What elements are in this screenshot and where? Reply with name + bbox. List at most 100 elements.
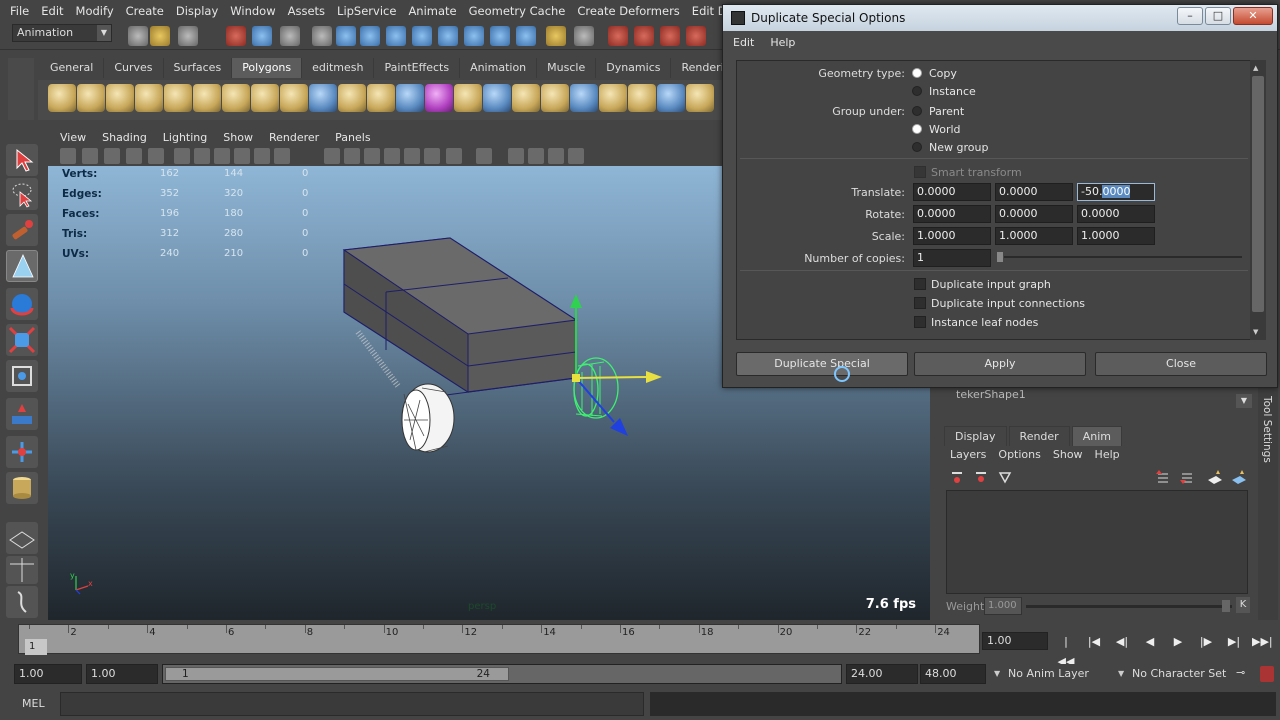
select-deformations-icon[interactable] [464,26,484,46]
duplicate-input-graph-checkbox[interactable] [914,278,926,290]
duplicate-input-connections-label[interactable]: Duplicate input connections [931,297,1085,310]
grid-icon[interactable] [174,148,190,164]
layer-menu-help[interactable]: Help [1089,446,1126,464]
rotate-y-field[interactable]: 0.0000 [995,205,1073,223]
smooth-shade-icon[interactable] [344,148,360,164]
menu-set-selector[interactable]: Animation ▼ [12,24,112,42]
bridge-icon[interactable] [483,84,511,112]
screen-space-ao-icon[interactable] [446,148,462,164]
boolean-difference-icon[interactable] [396,84,424,112]
poly-torus-icon[interactable] [193,84,221,112]
layer-tab-anim[interactable]: Anim [1071,426,1122,446]
rotate-z-field[interactable]: 0.0000 [1077,205,1155,223]
shelf-tab-dynamics[interactable]: Dynamics [596,58,672,78]
character-set-dropdown[interactable]: No Character Set [1114,664,1232,684]
shelf-tab-surfaces[interactable]: Surfaces [164,58,233,78]
show-manipulator-icon[interactable] [6,436,38,468]
play-forwards-icon[interactable]: ▶ [1168,632,1188,652]
gate-mask-icon[interactable] [234,148,250,164]
new-scene-icon[interactable] [128,26,148,46]
time-slider[interactable]: 1 2 4 6 8 10 12 14 16 18 20 22 24 [18,624,980,655]
wedge-face-icon[interactable] [686,84,714,112]
menu-create[interactable]: Create [120,4,170,18]
move-layer-down-icon[interactable] [1180,470,1196,484]
layer-menu-show[interactable]: Show [1047,446,1089,464]
wireframe-on-shaded-icon[interactable] [364,148,380,164]
bookmarks-icon[interactable] [104,148,120,164]
select-by-component-icon[interactable] [280,26,300,46]
menu-create-deformers[interactable]: Create Deformers [571,4,685,18]
menu-assets[interactable]: Assets [282,4,331,18]
use-all-lights-icon[interactable] [404,148,420,164]
poly-pyramid-icon[interactable] [222,84,250,112]
snap-to-curve-icon[interactable] [634,26,654,46]
layer-filter-icon[interactable] [998,470,1012,484]
resolution-gate-icon[interactable] [214,148,230,164]
command-language-label[interactable]: MEL [22,692,45,716]
apply-button[interactable]: Apply [914,352,1086,376]
dialog-scrollbar-thumb[interactable] [1252,76,1264,312]
select-camera-icon[interactable] [60,148,76,164]
minimize-icon[interactable]: – [1177,7,1203,25]
anim-layer-dropdown[interactable]: No Anim Layer [990,664,1108,684]
range-slider[interactable]: 1 24 [162,664,842,684]
radio-parent[interactable] [913,107,921,115]
radio-world[interactable] [913,125,921,133]
boolean-union-icon[interactable] [367,84,395,112]
safe-action-icon[interactable] [274,148,290,164]
viewport-menu-renderer[interactable]: Renderer [261,131,327,144]
menu-window[interactable]: Window [224,4,281,18]
camera-attributes-icon[interactable] [82,148,98,164]
select-dynamics-icon[interactable] [490,26,510,46]
scale-tool-icon[interactable] [6,324,38,356]
playback-end-field[interactable]: 24.00 [846,664,918,684]
poly-helix-icon[interactable] [280,84,308,112]
scale-x-field[interactable]: 1.0000 [913,227,991,245]
close-icon[interactable]: ✕ [1233,7,1273,25]
shelf-tab-general[interactable]: General [40,58,105,78]
duplicate-input-connections-checkbox[interactable] [914,297,926,309]
outliner-layout-icon[interactable] [6,586,38,618]
scroll-up-icon[interactable]: ▲ [1253,64,1258,72]
lasso-tool-icon[interactable] [6,178,38,210]
step-forward-frame-icon[interactable]: |▶ [1196,632,1216,652]
two-d-pan-zoom-icon[interactable] [148,148,164,164]
poke-face-icon[interactable] [657,84,685,112]
menu-display[interactable]: Display [170,4,224,18]
backface-culling-icon[interactable] [568,148,584,164]
insert-edge-loop-icon[interactable] [541,84,569,112]
select-joints-icon[interactable] [386,26,406,46]
weight-key-button[interactable]: K [1236,597,1250,613]
playback-start-field[interactable]: 1.00 [86,664,158,684]
menu-lipservice[interactable]: LipService [331,4,402,18]
key-icon[interactable]: ⊸ [1236,666,1245,679]
snap-to-point-icon[interactable] [660,26,680,46]
radio-new-group[interactable] [913,143,921,151]
shelf-tab-painteffects[interactable]: PaintEffects [374,58,461,78]
select-rendering-icon[interactable] [516,26,536,46]
instance-leaf-nodes-checkbox[interactable] [914,316,926,328]
motion-blur-icon[interactable] [476,148,492,164]
menu-animate[interactable]: Animate [402,4,462,18]
radio-world-label[interactable]: World [929,123,961,136]
textured-icon[interactable] [384,148,400,164]
shelf-tab-editmesh[interactable]: editmesh [302,58,375,78]
scale-z-field[interactable]: 1.0000 [1077,227,1155,245]
copies-field[interactable]: 1 [913,249,991,267]
copies-slider-thumb[interactable] [996,251,1004,263]
selection-mask-icon[interactable] [312,26,332,46]
single-perspective-view-icon[interactable] [6,522,38,554]
menu-file[interactable]: File [4,4,35,18]
xray-joints-icon[interactable] [548,148,564,164]
anim-layer-list[interactable] [946,490,1248,594]
save-scene-icon[interactable] [178,26,198,46]
bevel-icon[interactable] [570,84,598,112]
rotate-x-field[interactable]: 0.0000 [913,205,991,223]
wireframe-icon[interactable] [324,148,340,164]
menu-geometry-cache[interactable]: Geometry Cache [463,4,572,18]
radio-instance[interactable] [913,87,921,95]
poly-cylinder-icon[interactable] [77,84,105,112]
smooth-icon[interactable] [425,84,453,112]
close-button[interactable]: Close [1095,352,1267,376]
merge-vertices-icon[interactable] [599,84,627,112]
